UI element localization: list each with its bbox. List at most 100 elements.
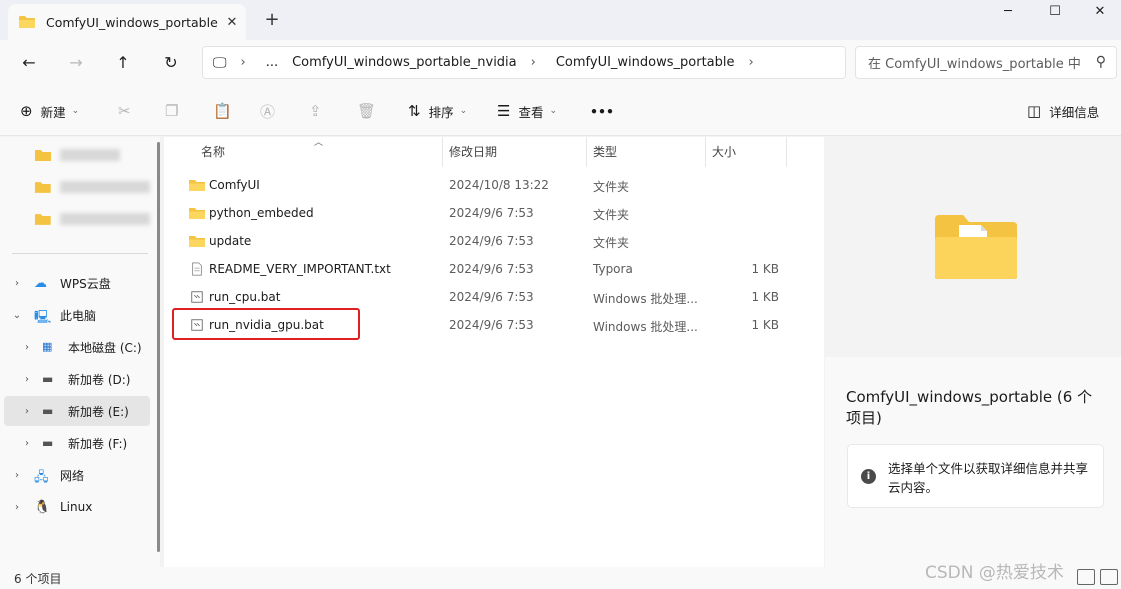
sidebar-item-label: Linux [60,500,93,514]
chevron-right-icon: › [25,437,29,449]
tab-explorer[interactable]: ComfyUI_windows_portable ✕ [8,4,246,40]
column-header-name[interactable]: 名称 [201,137,225,167]
share-button[interactable]: ⇪ [309,98,330,124]
sidebar-item-this-pc[interactable]: ⌄ 🖳 此电脑 [0,300,150,330]
chevron-down-icon: ⌄ [549,106,558,116]
cut-button[interactable]: ✂ [118,98,139,124]
more-button[interactable]: ••• [590,98,614,124]
windows-drive-icon: ▦ [42,340,53,353]
drive-icon: ▬ [42,436,54,450]
sidebar-item-label: WPS云盘 [60,276,111,291]
monitor-icon: 🖵 [213,54,227,71]
column-divider[interactable] [442,137,443,167]
chevron-down-icon: ⌄ [459,106,468,116]
back-button[interactable]: ← [14,49,44,77]
sidebar-item-label: 网络 [60,468,85,483]
sidebar-item-label: 本地磁盘 (C:) [68,340,142,355]
sidebar-quick-label [59,213,150,225]
command-bar: ⊕ 新建 ⌄ ✂ ❐ 📋 Ⓐ ⇪ 🗑 ⇅ 排序 ⌄ ☰ 查看 ⌄ ••• ◫ 详… [0,86,1121,136]
rename-button[interactable]: Ⓐ [260,98,283,124]
item-count: 6 个项目 [14,572,62,586]
sort-icon: ⇅ [408,102,421,120]
drive-icon: ▬ [42,372,54,386]
text-file-icon [192,262,202,276]
table-row[interactable]: ComfyUI 2024/10/8 13:22 文件夹 [164,171,824,199]
copy-icon: ❐ [165,102,179,120]
column-divider[interactable] [786,137,787,167]
details-view-icon[interactable] [1077,569,1095,585]
sidebar-item-label: 新加卷 (D:) [68,372,131,387]
sidebar-item-drive-c[interactable]: › ▦ 本地磁盘 (C:) [0,332,150,362]
breadcrumb-item[interactable]: ComfyUI_windows_portable_nvidia [292,55,517,70]
file-size: 1 KB [751,290,779,304]
breadcrumb-overflow[interactable]: ... [266,55,278,70]
close-icon[interactable]: ✕ [218,15,246,30]
column-header-size[interactable]: 大小 [712,137,736,167]
file-list: ︿ 名称 修改日期 类型 大小 ComfyUI 2024/10/8 13:22 … [164,137,824,567]
file-size: 1 KB [751,318,779,332]
maximize-button[interactable]: ☐ [1032,0,1078,32]
sidebar-quick-item[interactable] [0,140,150,170]
info-icon: i [861,469,876,484]
file-type: 文件夹 [593,236,630,250]
linux-icon: 🐧 [34,500,51,515]
pc-icon: 🖳 [34,310,52,325]
file-name: ComfyUI [209,178,260,192]
sort-button[interactable]: ⇅ 排序 ⌄ [408,98,467,124]
column-divider[interactable] [586,137,587,167]
share-icon: ⇪ [309,102,322,120]
column-header-type[interactable]: 类型 [593,137,617,167]
delete-button[interactable]: 🗑 [357,98,384,124]
tab-title: ComfyUI_windows_portable [46,14,218,30]
clipboard-icon: 📋 [213,102,232,120]
tiles-view-icon[interactable] [1100,569,1118,585]
folder-icon [34,182,51,193]
forward-button[interactable]: → [61,49,91,77]
plus-icon[interactable]: + [258,8,286,32]
table-row[interactable]: run_cpu.bat 2024/9/6 7:53 Windows 批处理...… [164,283,824,311]
folder-icon [19,16,35,28]
table-row[interactable]: README_VERY_IMPORTANT.txt 2024/9/6 7:53 … [164,255,824,283]
folder-icon [189,236,205,247]
details-button[interactable]: ◫ 详细信息 [1027,98,1099,124]
chevron-down-icon: ⌄ [71,106,80,116]
copy-button[interactable]: ❐ [165,98,186,124]
file-name: README_VERY_IMPORTANT.txt [209,262,391,276]
details-pane: ComfyUI_windows_portable (6 个项目) i 选择单个文… [825,137,1121,567]
address-bar[interactable]: 🖵 › ... ComfyUI_windows_portable_nvidia … [202,46,846,79]
sidebar-quick-item[interactable] [0,204,150,234]
paste-button[interactable]: 📋 [213,98,240,124]
sidebar-item-drive-f[interactable]: › ▬ 新加卷 (F:) [0,428,150,458]
sidebar-scrollbar[interactable] [157,142,160,552]
close-window-button[interactable]: ✕ [1077,0,1121,32]
sidebar-item-wps[interactable]: › ☁ WPS云盘 [0,268,150,298]
search-input[interactable]: 在 ComfyUI_windows_portable 中 ⚲ [855,46,1117,79]
table-row[interactable]: update 2024/9/6 7:53 文件夹 [164,227,824,255]
breadcrumb-item[interactable]: ComfyUI_windows_portable [556,55,735,70]
sidebar-quick-label [60,149,120,161]
sidebar-item-linux[interactable]: › 🐧 Linux [0,492,150,522]
file-date: 2024/10/8 13:22 [449,178,549,192]
column-header-date[interactable]: 修改日期 [449,137,497,167]
sidebar-item-drive-d[interactable]: › ▬ 新加卷 (D:) [0,364,150,394]
new-button[interactable]: ⊕ 新建 ⌄ [20,98,79,124]
chevron-right-icon: › [15,277,19,289]
file-type: Windows 批处理... [593,320,698,334]
up-button[interactable]: ↑ [108,49,138,77]
sidebar-item-drive-e[interactable]: › ▬ 新加卷 (E:) [4,396,150,426]
table-row[interactable]: python_embeded 2024/9/6 7:53 文件夹 [164,199,824,227]
refresh-button[interactable]: ↻ [156,49,186,77]
file-size: 1 KB [751,262,779,276]
sidebar-item-network[interactable]: › 🖧 网络 [0,460,150,490]
sidebar-item-label: 新加卷 (E:) [68,404,129,419]
view-button[interactable]: ☰ 查看 ⌄ [497,98,557,124]
file-type: 文件夹 [593,208,630,222]
minimize-button[interactable]: ─ [985,0,1031,32]
info-card: i 选择单个文件以获取详细信息并共享云内容。 [847,444,1104,508]
file-date: 2024/9/6 7:53 [449,318,534,332]
search-icon: ⚲ [1095,54,1106,70]
chevron-right-icon: › [15,469,19,481]
sidebar-quick-item[interactable] [0,172,150,202]
preview-area [825,137,1121,357]
column-divider[interactable] [705,137,706,167]
